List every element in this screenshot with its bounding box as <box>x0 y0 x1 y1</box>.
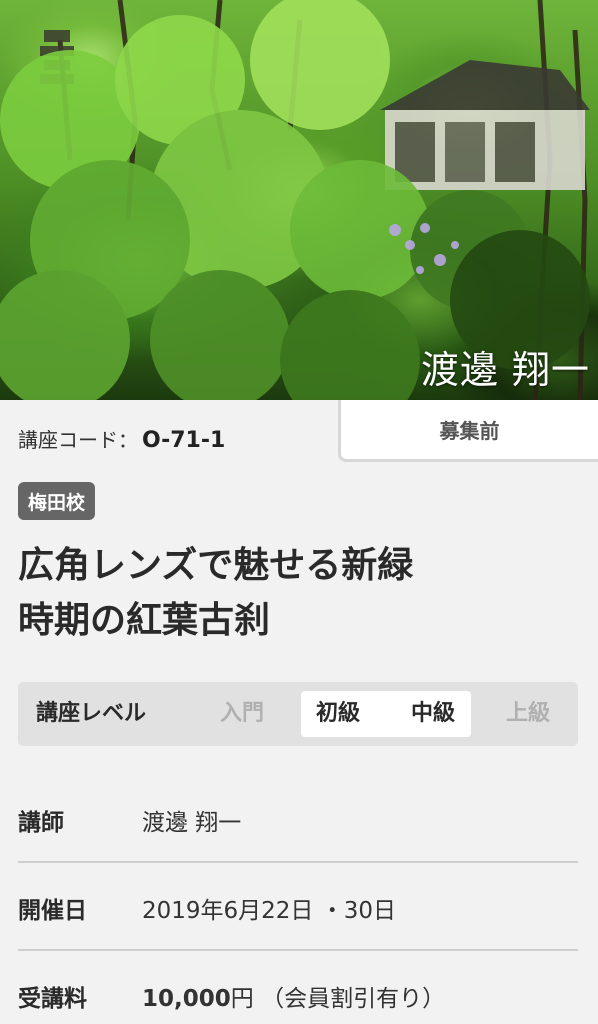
level-advanced: 上級 <box>505 701 550 726</box>
course-title-line1: 広角レンズで魅せる新緑 <box>18 545 414 586</box>
hero-author-caption: 渡邊 翔一 <box>420 348 590 392</box>
course-code-separator: ： <box>118 428 138 452</box>
course-title: 広角レンズで魅せる新緑 時期の紅葉古刹 <box>18 538 578 648</box>
course-level-label: 講座レベル <box>36 701 147 726</box>
level-beginner: 入門 <box>219 701 264 726</box>
divider <box>18 861 578 863</box>
temple-building <box>380 60 590 190</box>
course-code-label: 講座コード <box>18 428 118 452</box>
course-code-value: O-71-1 <box>142 428 226 453</box>
fee-row: 受講料 10,000円 （会員割引有り） <box>18 952 578 1024</box>
course-code: 講座コード： O-71-1 <box>18 424 225 453</box>
course-title-line2: 時期の紅葉古刹 <box>18 600 271 641</box>
level-elementary: 初級 <box>315 701 360 726</box>
date-key: 開催日 <box>18 898 87 924</box>
recruitment-status-tab: 募集前 <box>338 400 598 462</box>
fee-amount: 10,000 <box>142 986 231 1012</box>
hero-image: 渡邊 翔一 <box>0 0 598 400</box>
fee-unit: 円 <box>230 986 254 1012</box>
fee-note: （会員割引有り） <box>261 986 446 1012</box>
level-intermediate: 中級 <box>410 701 455 726</box>
instructor-key: 講師 <box>18 810 64 836</box>
date-row: 開催日 2019年6月22日 ・30日 <box>18 864 578 952</box>
instructor-row: 講師 渡邊 翔一 <box>18 776 578 864</box>
instructor-value: 渡邊 翔一 <box>142 810 242 836</box>
fee-key: 受講料 <box>18 986 87 1012</box>
fee-value: 10,000円 （会員割引有り） <box>142 979 445 1013</box>
divider <box>18 949 578 951</box>
course-level-bar: 講座レベル 入門 初級 中級 上級 <box>18 682 578 746</box>
date-value: 2019年6月22日 ・30日 <box>142 898 397 924</box>
campus-badge: 梅田校 <box>18 482 96 520</box>
